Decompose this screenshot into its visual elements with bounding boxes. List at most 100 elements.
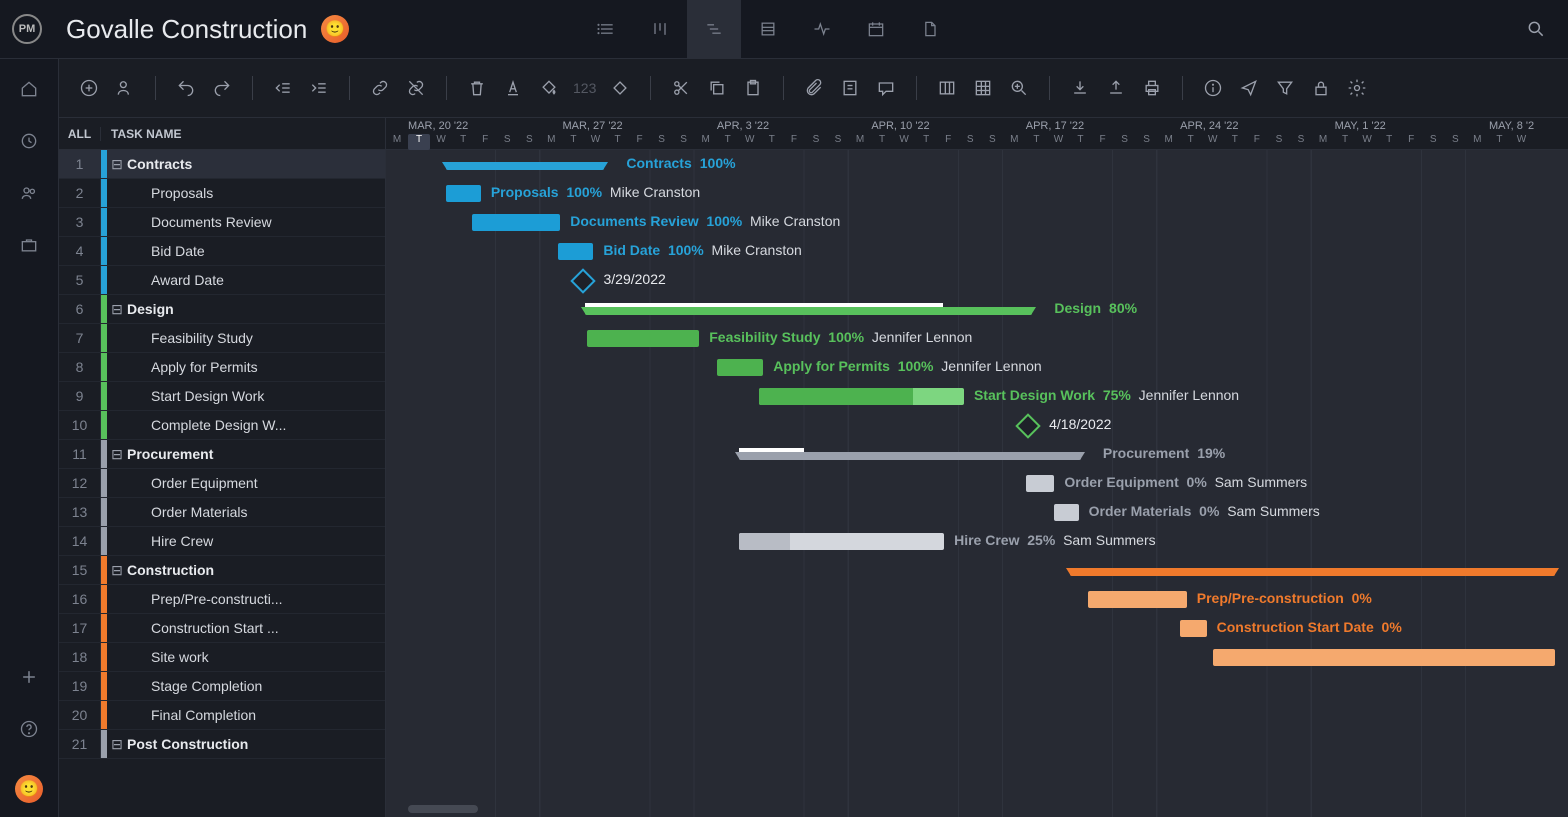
header-task-name[interactable]: TASK NAME [101,127,181,141]
task-row[interactable]: 8Apply for Permits [59,353,385,382]
zoom-icon[interactable] [1007,76,1031,100]
expand-icon[interactable]: ⊟ [107,562,127,579]
copy-icon[interactable] [705,76,729,100]
expand-icon[interactable]: ⊟ [107,736,127,753]
task-row[interactable]: 20Final Completion [59,701,385,730]
task-bar[interactable] [472,214,560,231]
task-row[interactable]: 7Feasibility Study [59,324,385,353]
task-bar[interactable] [717,359,763,376]
task-name: Order Materials [127,504,385,520]
task-row[interactable]: 10Complete Design W... [59,411,385,440]
grid-icon[interactable] [971,76,995,100]
task-bar[interactable] [1180,620,1206,637]
add-task-icon[interactable] [77,76,101,100]
gantt-row [386,643,1568,672]
info-icon[interactable] [1201,76,1225,100]
task-row[interactable]: 3Documents Review [59,208,385,237]
task-bar[interactable] [1026,475,1055,492]
priority-icon[interactable] [608,76,632,100]
view-board-icon[interactable] [633,0,687,59]
view-calendar-icon[interactable] [849,0,903,59]
timeline-day-label: F [783,134,805,150]
search-icon[interactable] [1516,19,1556,39]
attachment-icon[interactable] [802,76,826,100]
bar-label: Construction Start Date 0% [1217,619,1402,635]
summary-bar[interactable] [446,162,605,170]
timeline-day-label: S [959,134,981,150]
task-number: 6 [59,295,101,323]
expand-icon[interactable]: ⊟ [107,156,127,173]
view-file-icon[interactable] [903,0,957,59]
summary-bar[interactable] [1070,568,1555,576]
task-row[interactable]: 17Construction Start ... [59,614,385,643]
view-gantt-icon[interactable] [687,0,741,59]
task-bar[interactable] [446,185,481,202]
task-bar[interactable] [759,388,964,405]
cut-icon[interactable] [669,76,693,100]
project-avatar[interactable] [321,15,349,43]
task-bar[interactable] [739,533,944,550]
task-row[interactable]: 1⊟Contracts [59,150,385,179]
task-bar[interactable] [1054,504,1078,521]
send-icon[interactable] [1237,76,1261,100]
unlink-icon[interactable] [404,76,428,100]
import-icon[interactable] [1068,76,1092,100]
undo-icon[interactable] [174,76,198,100]
team-icon[interactable] [17,181,41,205]
task-row[interactable]: 11⊟Procurement [59,440,385,469]
columns-icon[interactable] [935,76,959,100]
view-activity-icon[interactable] [795,0,849,59]
user-avatar[interactable] [15,775,43,803]
expand-icon[interactable]: ⊟ [107,446,127,463]
header-all[interactable]: ALL [59,127,101,141]
assign-icon[interactable] [113,76,137,100]
task-row[interactable]: 2Proposals [59,179,385,208]
summary-bar[interactable] [585,307,1033,315]
task-bar[interactable] [1213,649,1555,666]
add-icon[interactable] [17,665,41,689]
delete-icon[interactable] [465,76,489,100]
milestone-marker[interactable] [570,268,595,293]
recent-icon[interactable] [17,129,41,153]
gantt-body[interactable]: Contracts 100%Proposals 100% Mike Cranst… [386,150,1568,817]
comment-icon[interactable] [874,76,898,100]
view-list-icon[interactable] [579,0,633,59]
milestone-marker[interactable] [1015,413,1040,438]
horizontal-scrollbar[interactable] [408,805,478,813]
help-icon[interactable] [17,717,41,741]
task-bar[interactable] [558,243,593,260]
link-icon[interactable] [368,76,392,100]
task-row[interactable]: 21⊟Post Construction [59,730,385,759]
task-row[interactable]: 15⊟Construction [59,556,385,585]
task-row[interactable]: 6⊟Design [59,295,385,324]
task-row[interactable]: 9Start Design Work [59,382,385,411]
summary-bar[interactable] [739,452,1081,460]
outdent-icon[interactable] [271,76,295,100]
task-row[interactable]: 13Order Materials [59,498,385,527]
task-row[interactable]: 16Prep/Pre-constructi... [59,585,385,614]
task-bar[interactable] [587,330,700,347]
indent-icon[interactable] [307,76,331,100]
export-icon[interactable] [1104,76,1128,100]
redo-icon[interactable] [210,76,234,100]
task-row[interactable]: 19Stage Completion [59,672,385,701]
briefcase-icon[interactable] [17,233,41,257]
home-icon[interactable] [17,77,41,101]
paste-icon[interactable] [741,76,765,100]
task-bar[interactable] [1088,591,1187,608]
note-icon[interactable] [838,76,862,100]
task-row[interactable]: 5Award Date [59,266,385,295]
task-row[interactable]: 4Bid Date [59,237,385,266]
print-icon[interactable] [1140,76,1164,100]
lock-icon[interactable] [1309,76,1333,100]
expand-icon[interactable]: ⊟ [107,301,127,318]
task-row[interactable]: 14Hire Crew [59,527,385,556]
settings-icon[interactable] [1345,76,1369,100]
task-row[interactable]: 18Site work [59,643,385,672]
filter-icon[interactable] [1273,76,1297,100]
task-row[interactable]: 12Order Equipment [59,469,385,498]
fill-color-icon[interactable] [537,76,561,100]
view-sheet-icon[interactable] [741,0,795,59]
timeline-day-label: T [761,134,783,150]
text-color-icon[interactable] [501,76,525,100]
